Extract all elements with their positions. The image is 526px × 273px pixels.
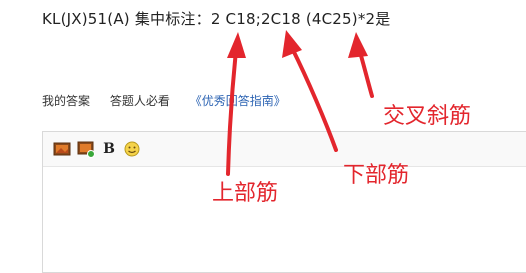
annotation-bottom-bars: 下部筋 <box>343 163 410 188</box>
guide-link[interactable]: 《优秀回答指南》 <box>190 94 286 108</box>
answer-tabs: 我的答案 答题人必看 《优秀回答指南》 <box>42 92 302 109</box>
bold-icon[interactable]: B <box>101 140 117 158</box>
emoji-icon[interactable] <box>123 140 141 158</box>
editor-toolbar: B <box>43 132 526 167</box>
question-text: KL(JX)51(A) 集中标注：2 C18;2C18 (4C25)*2是 <box>42 10 391 28</box>
annotation-cross-bars: 交叉斜筋 <box>383 104 472 129</box>
annotation-top-bars: 上部筋 <box>212 181 279 206</box>
arrow-cross-bars <box>348 32 374 98</box>
answer-editor[interactable]: B <box>42 131 526 273</box>
image-upload-icon[interactable] <box>77 140 95 158</box>
tab-must-read[interactable]: 答题人必看 <box>110 94 170 108</box>
image-icon[interactable] <box>53 140 71 158</box>
tab-my-answer[interactable]: 我的答案 <box>42 94 90 108</box>
